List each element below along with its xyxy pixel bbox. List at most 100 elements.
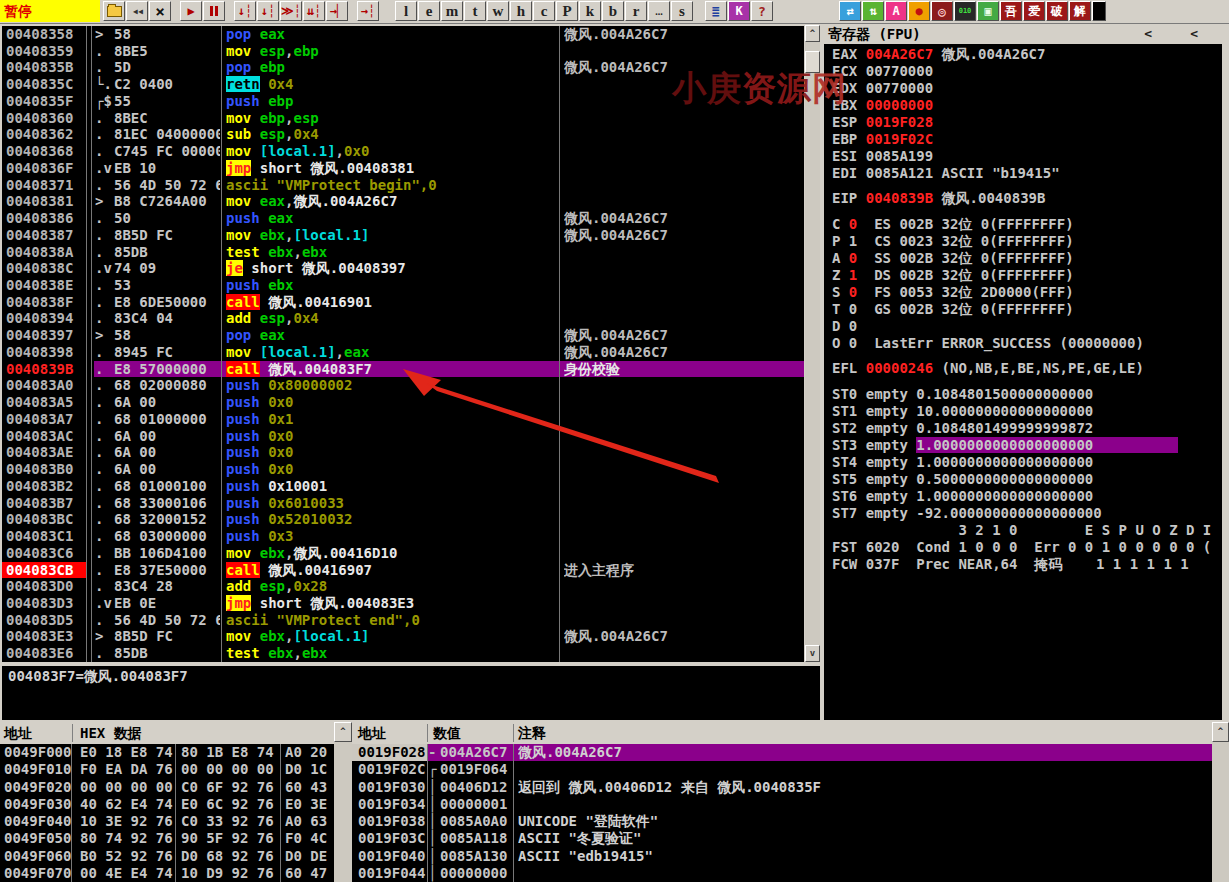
disasm-row[interactable]: 00408358>58pop eax微风.004A26C7 — [2, 26, 804, 43]
breakpoints-window-button[interactable]: b — [602, 1, 624, 21]
windows-window-button[interactable]: w — [487, 1, 509, 21]
register-line[interactable]: EBP 0019F02C — [832, 131, 1222, 148]
disasm-row[interactable]: 004083B2.68 01000100push 0x10001 — [2, 478, 804, 495]
hexdump-row[interactable]: 0049F010F0 EA DA 7600 00 00 00D0 1C — [0, 761, 334, 778]
disasm-row[interactable]: 004083AE.6A 00push 0x0 — [2, 444, 804, 461]
appearance-button[interactable]: K — [728, 1, 750, 21]
register-line[interactable]: FCW 037F Prec NEAR,64 掩码 1 1 1 1 1 1 — [832, 556, 1222, 573]
disasm-row[interactable]: 004083A5.6A 00push 0x0 — [2, 394, 804, 411]
disasm-row[interactable]: 0040838A.85DBtest ebx,ebx — [2, 244, 804, 261]
disasm-row[interactable]: 0040836F.vEB 10jmp short 微风.00408381 — [2, 160, 804, 177]
register-line[interactable]: ST1 empty 10.000000000000000000 — [832, 403, 1222, 420]
register-line[interactable]: EIP 0040839B 微风.0040839B — [832, 190, 1222, 207]
close-button[interactable]: × — [149, 1, 171, 21]
plugin-ai-button[interactable]: 爱 — [1023, 1, 1045, 21]
help-button[interactable]: ? — [751, 1, 773, 21]
plugin-binary-button[interactable]: 010 — [954, 1, 976, 21]
disasm-row[interactable]: 00408398.8945 FCmov [local.1],eax微风.004A… — [2, 344, 804, 361]
call-stack-window-button[interactable]: k — [579, 1, 601, 21]
disasm-row[interactable]: 00408359.8BE5mov esp,ebp — [2, 43, 804, 60]
rewind-button[interactable]: ◂◂ — [126, 1, 148, 21]
stack-row[interactable]: 0019F02C┌0019F064 — [352, 761, 1212, 778]
register-line[interactable]: Z 1 DS 002B 32位 0(FFFFFFFF) — [832, 267, 1222, 284]
hexdump-row[interactable]: 0049F05080 74 92 7690 5F 92 76F0 4C — [0, 830, 334, 847]
memory-window-button[interactable]: m — [441, 1, 463, 21]
scroll-up-icon[interactable]: ^ — [1212, 722, 1229, 742]
register-line[interactable]: EAX 004A26C7 微风.004A26C7 — [832, 46, 1222, 63]
register-line[interactable]: ECX 00770000 — [832, 63, 1222, 80]
log-window-button[interactable]: l — [395, 1, 417, 21]
plugin-dot-button[interactable]: ● — [908, 1, 930, 21]
stack-row[interactable]: 0019F034│00000001 — [352, 796, 1212, 813]
disasm-row[interactable]: 00408368.C745 FC 00000000mov [local.1],0… — [2, 143, 804, 160]
cpu-window-button[interactable]: c — [533, 1, 555, 21]
disasm-row[interactable]: 00408371.56 4D 50 72 6Fascii "VMProtect … — [2, 177, 804, 194]
scroll-down-icon[interactable]: v — [805, 645, 820, 662]
trace-into-button[interactable]: ≫┆ — [280, 1, 302, 21]
disasm-row[interactable]: 004083C1.68 03000000push 0x3 — [2, 528, 804, 545]
disasm-row[interactable]: 004083D3.vEB 0Ejmp short 微风.004083E3 — [2, 595, 804, 612]
go-to-button[interactable]: →┆ — [357, 1, 379, 21]
register-line[interactable]: T 0 GS 002B 32位 0(FFFFFFFF) — [832, 301, 1222, 318]
disasm-row[interactable]: 00408386.50push eax微风.004A26C7 — [2, 210, 804, 227]
register-line[interactable]: EFL 00000246 (NO,NB,E,BE,NS,PE,GE,LE) — [832, 360, 1222, 377]
disasm-row[interactable]: 004083B7.68 33000106push 0x6010033 — [2, 495, 804, 512]
disasm-row[interactable]: 004083D5.56 4D 50 72 6Fascii "VMProtect … — [2, 612, 804, 629]
black-box[interactable] — [1092, 1, 1106, 21]
patches-window-button[interactable]: P — [556, 1, 578, 21]
handles-window-button[interactable]: h — [510, 1, 532, 21]
hexdump-row[interactable]: 0049F02000 00 00 00C0 6F 92 7660 43 — [0, 779, 334, 796]
disasm-row[interactable]: 004083CB.E8 37E50000call 微风.00416907进入主程… — [2, 562, 804, 579]
register-line[interactable]: FST 6020 Cond 1 0 0 0 Err 0 0 1 0 0 0 0 … — [832, 539, 1222, 556]
collapse-right-button[interactable]: < — [1190, 24, 1198, 44]
register-line[interactable]: ESI 0085A199 — [832, 148, 1222, 165]
disasm-row[interactable]: 004083C6.BB 106D4100mov ebx,微风.00416D10 — [2, 545, 804, 562]
plugin-po-button[interactable]: 破 — [1046, 1, 1068, 21]
source-window-button[interactable]: s — [671, 1, 693, 21]
register-line[interactable]: C 0 ES 002B 32位 0(FFFFFFFF) — [832, 216, 1222, 233]
run-button[interactable]: ▶ — [180, 1, 202, 21]
register-line[interactable]: ST6 empty 1.0000000000000000000 — [832, 488, 1222, 505]
run-trace-window-button[interactable]: ... — [648, 1, 670, 21]
references-window-button[interactable]: r — [625, 1, 647, 21]
threads-window-button[interactable]: t — [464, 1, 486, 21]
pause-button[interactable] — [203, 1, 225, 21]
disasm-row[interactable]: 00408360.8BECmov ebp,esp — [2, 110, 804, 127]
register-line[interactable]: O 0 LastErr ERROR_SUCCESS (00000000) — [832, 335, 1222, 352]
options-button[interactable]: ≣ — [705, 1, 727, 21]
scroll-up-icon[interactable]: ^ — [805, 25, 820, 42]
trace-over-button[interactable]: ⇊┆ — [303, 1, 325, 21]
disasm-row[interactable]: 00408362.81EC 04000000sub esp,0x4 — [2, 126, 804, 143]
open-file-button[interactable] — [103, 1, 125, 21]
register-line[interactable]: EDX 00770000 — [832, 80, 1222, 97]
collapse-left-button[interactable]: < — [1144, 24, 1152, 44]
disasm-row[interactable]: 004083E6.85DBtest ebx,ebx — [2, 645, 804, 662]
disasm-row[interactable]: 004083D0.83C4 28add esp,0x28 — [2, 578, 804, 595]
register-line[interactable]: ST7 empty -92.000000000000000000 — [832, 505, 1222, 522]
step-over-button[interactable]: ↓┆ — [257, 1, 279, 21]
disasm-row[interactable]: 004083AC.6A 00push 0x0 — [2, 428, 804, 445]
plugin-updown-button[interactable]: ⇅ — [862, 1, 884, 21]
stack-row[interactable]: 0019F044│00000000 — [352, 865, 1212, 882]
execute-till-return-button[interactable]: →▏ — [326, 1, 348, 21]
register-line[interactable]: EDI 0085A121 ASCII "b19415" — [832, 165, 1222, 182]
disasm-row[interactable]: 00408387.8B5D FCmov ebx,[local.1]微风.004A… — [2, 227, 804, 244]
step-into-button[interactable]: ↓┆ — [234, 1, 256, 21]
stack-row[interactable]: 0019F03C│0085A118ASCII "冬夏验证" — [352, 830, 1212, 847]
hexdump-row[interactable]: 0049F04010 3E 92 76C0 33 92 76A0 63 — [0, 813, 334, 830]
plugin-jie-button[interactable]: 解 — [1069, 1, 1091, 21]
register-line[interactable]: ESP 0019F028 — [832, 114, 1222, 131]
disassembly-scrollbar[interactable]: ^ v — [805, 25, 820, 662]
register-line[interactable]: D 0 — [832, 318, 1222, 335]
disasm-row[interactable]: 004083A0.68 02000080push 0x80000002 — [2, 377, 804, 394]
info-pane[interactable]: 004083F7=微风.004083F7 — [2, 666, 820, 720]
register-line[interactable]: EBX 00000000 — [832, 97, 1222, 114]
disasm-row[interactable]: 00408397>58pop eax微风.004A26C7 — [2, 327, 804, 344]
plugin-swap-button[interactable]: ⇄ — [839, 1, 861, 21]
register-line[interactable]: ST3 empty 1.0000000000000000000 — [832, 437, 1222, 454]
register-line[interactable]: A 0 SS 002B 32位 0(FFFFFFFF) — [832, 250, 1222, 267]
scroll-up-icon[interactable]: ^ — [334, 722, 352, 742]
hexdump-scrollbar[interactable]: ^ — [334, 722, 352, 882]
disasm-row[interactable]: 0040838C.v74 09je short 微风.00408397 — [2, 260, 804, 277]
register-line[interactable]: ST0 empty 0.1084801500000000000 — [832, 386, 1222, 403]
